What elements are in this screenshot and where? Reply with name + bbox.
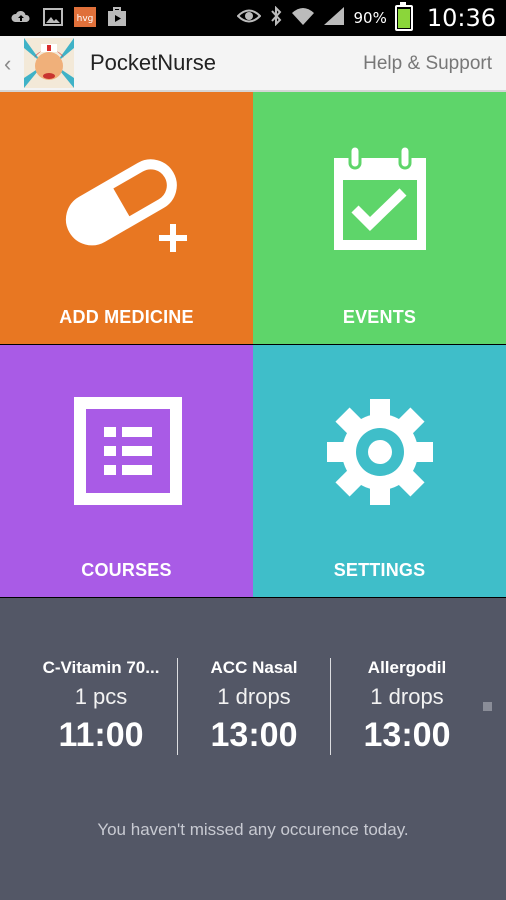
image-icon (42, 6, 64, 28)
missed-status-message: You haven't missed any occurence today. (97, 820, 409, 839)
signal-icon (323, 6, 345, 30)
tile-label-courses: COURSES (81, 560, 172, 580)
divider (177, 658, 178, 755)
medicine-name: Allergodil (367, 658, 447, 677)
wifi-icon (291, 6, 315, 30)
calendar-check-icon (334, 144, 426, 250)
battery-icon (394, 2, 413, 31)
tile-label-events: EVENTS (342, 307, 417, 327)
svg-text:hvg: hvg (77, 14, 94, 24)
upcoming-doses-panel: C-Vitamin 70... 1 pcs 11:00 ACC Nasal 1 … (0, 598, 506, 900)
app-title: PocketNurse (90, 50, 216, 75)
hvg-app-icon: hvg (74, 6, 96, 28)
medicine-time: 11:00 (58, 716, 144, 754)
gear-icon (327, 399, 433, 505)
cloud-upload-icon (10, 6, 32, 28)
dose-item[interactable]: Allergodil 1 drops 13:00 (332, 658, 482, 755)
medicine-time: 13:00 (363, 716, 451, 754)
settings-tile[interactable]: SETTINGS (253, 345, 506, 597)
add-medicine-tile[interactable]: ADD MEDICINE (0, 92, 253, 344)
courses-tile[interactable]: COURSES (0, 345, 253, 597)
notification-icons: hvg (10, 6, 128, 28)
dose-item[interactable]: C-Vitamin 70... 1 pcs 11:00 (26, 658, 176, 755)
app-logo-nurse[interactable] (24, 38, 74, 88)
battery-percent: 90% (353, 9, 387, 27)
medicine-time: 13:00 (210, 716, 298, 754)
eye-icon (237, 8, 262, 28)
more-indicator (483, 702, 492, 711)
tile-label-add-medicine: ADD MEDICINE (59, 307, 194, 327)
medicine-name: ACC Nasal (210, 658, 298, 677)
system-indicators: 90% 10:36 (237, 0, 496, 36)
medicine-name: C-Vitamin 70... (42, 658, 160, 677)
clock: 10:36 (426, 4, 496, 32)
chevron-left-icon[interactable]: ‹ (4, 51, 11, 77)
dose-item[interactable]: ACC Nasal 1 drops 13:00 (179, 658, 329, 755)
status-bar: hvg 90% 10:36 (0, 0, 506, 36)
events-tile[interactable]: EVENTS (253, 92, 506, 344)
medicine-dose: 1 pcs (74, 684, 128, 709)
tile-label-settings: SETTINGS (333, 560, 426, 580)
list-icon (74, 397, 182, 505)
pill-plus-icon (65, 159, 187, 252)
play-store-icon (106, 6, 128, 28)
divider (330, 658, 331, 755)
action-bar: ‹ PocketNurse Help & Support (0, 36, 506, 92)
medicine-dose: 1 drops (217, 684, 291, 709)
bluetooth-icon (269, 5, 283, 30)
help-support-link[interactable]: Help & Support (363, 53, 492, 75)
medicine-dose: 1 drops (370, 684, 444, 709)
